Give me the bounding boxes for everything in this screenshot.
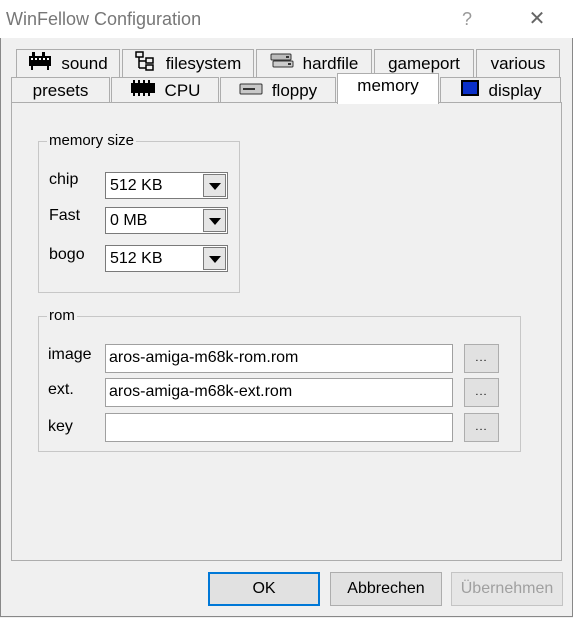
apply-button[interactable]: Übernehmen	[451, 572, 563, 606]
floppy-icon	[239, 81, 263, 101]
ok-button[interactable]: OK	[208, 572, 320, 606]
memory-size-legend: memory size	[47, 132, 137, 149]
filesystem-icon	[134, 51, 157, 76]
cancel-button[interactable]: Abbrechen	[330, 572, 442, 606]
tab-label: filesystem	[165, 53, 242, 73]
memory-size-group: memory size chip 512 KB Fast 0 MB bogo 5…	[38, 132, 240, 293]
chip-select[interactable]: 512 KB	[105, 172, 228, 199]
chevron-down-icon[interactable]	[203, 174, 226, 197]
tab-filesystem[interactable]: filesystem	[122, 49, 254, 77]
tab-display[interactable]: display	[440, 77, 561, 103]
tab-label: sound	[61, 53, 108, 73]
rom-ext-label: ext.	[48, 381, 74, 398]
tab-floppy[interactable]: floppy	[220, 77, 336, 103]
chip-value: 512 KB	[110, 177, 163, 194]
chevron-down-icon[interactable]	[203, 247, 226, 270]
bogo-select[interactable]: 512 KB	[105, 245, 228, 272]
rom-key-label: key	[48, 418, 73, 435]
bogo-label: bogo	[49, 246, 85, 263]
tab-label: CPU	[164, 80, 201, 100]
tab-various[interactable]: various	[476, 49, 560, 77]
fast-value: 0 MB	[110, 212, 148, 229]
tab-presets[interactable]: presets	[11, 77, 110, 103]
rom-image-label: image	[48, 346, 92, 363]
cpu-chip-icon	[130, 80, 156, 101]
memory-panel: memory size chip 512 KB Fast 0 MB bogo 5…	[11, 102, 562, 561]
display-icon	[460, 79, 480, 102]
tab-sound[interactable]: sound	[16, 49, 120, 77]
close-button[interactable]: ✕	[516, 4, 558, 34]
tab-label: display	[488, 80, 542, 100]
title-bar: WinFellow Configuration ? ✕	[0, 0, 573, 38]
tab-label: various	[490, 53, 546, 73]
rom-group: rom image aros-amiga-m68k-rom.rom ... ex…	[38, 307, 521, 452]
tab-memory[interactable]: memory	[337, 73, 439, 104]
rom-ext-field[interactable]: aros-amiga-m68k-ext.rom	[105, 378, 453, 407]
fast-label: Fast	[49, 207, 81, 224]
window-title: WinFellow Configuration	[6, 9, 202, 29]
hardfile-icon	[270, 51, 294, 76]
tab-cpu[interactable]: CPU	[111, 77, 219, 103]
rom-image-browse-button[interactable]: ...	[464, 344, 499, 373]
rom-key-browse-button[interactable]: ...	[464, 413, 499, 442]
tab-label: gameport	[388, 53, 460, 73]
chevron-down-icon[interactable]	[203, 209, 226, 232]
tab-label: hardfile	[302, 53, 359, 73]
fast-select[interactable]: 0 MB	[105, 207, 228, 234]
tab-label: floppy	[271, 80, 318, 100]
rom-image-field[interactable]: aros-amiga-m68k-rom.rom	[105, 344, 453, 373]
tab-label: memory	[357, 76, 419, 95]
tab-label: presets	[32, 80, 89, 100]
rom-ext-browse-button[interactable]: ...	[464, 378, 499, 407]
rom-legend: rom	[47, 307, 77, 324]
help-button[interactable]: ?	[446, 4, 488, 34]
chip-label: chip	[49, 171, 79, 188]
sound-icon	[28, 51, 52, 76]
bogo-value: 512 KB	[110, 250, 163, 267]
rom-key-field[interactable]	[105, 413, 453, 442]
